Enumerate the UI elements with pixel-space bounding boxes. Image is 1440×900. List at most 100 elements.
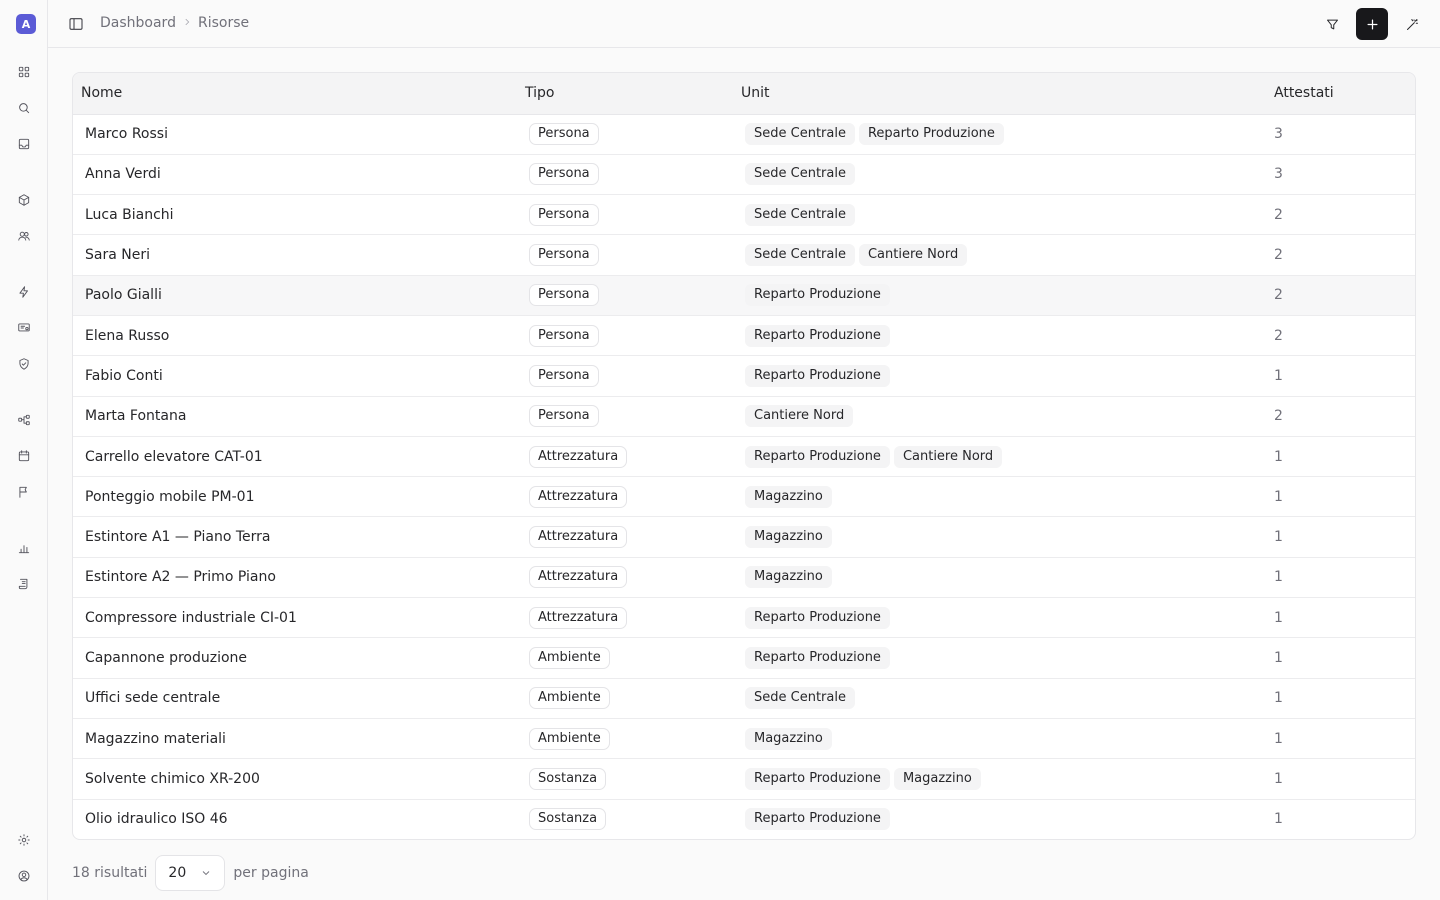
cell-unit: Reparto Produzione xyxy=(733,799,1266,839)
cell-tipo: Persona xyxy=(517,114,733,154)
cell-unit: Magazzino xyxy=(733,477,1266,517)
unit-badge: Reparto Produzione xyxy=(745,364,890,387)
table-row[interactable]: Capannone produzione Ambiente Reparto Prod… xyxy=(73,638,1415,679)
cell-tipo: Sostanza xyxy=(517,759,733,799)
cell-attestati: 3 xyxy=(1274,166,1283,183)
cell-nome: Fabio Conti xyxy=(85,367,163,384)
cell-nome: Paolo Gialli xyxy=(85,287,162,304)
breadcrumb-risorse[interactable]: Risorse xyxy=(198,15,249,31)
table-row[interactable]: Estintore A2 — Primo Piano Attrezzatura Ma… xyxy=(73,557,1415,598)
table-row[interactable]: Marco Rossi Persona Sede Centrale Reparto P… xyxy=(73,114,1415,155)
cell-tipo: Persona xyxy=(517,275,733,315)
per-page-label: per pagina xyxy=(233,865,309,881)
table-row[interactable]: Anna Verdi Persona Sede Centrale 3 xyxy=(73,154,1415,195)
column-header-tipo[interactable]: Tipo xyxy=(517,73,733,115)
cell-attestati: 1 xyxy=(1274,770,1283,787)
column-header-attestati[interactable]: Attestati xyxy=(1266,73,1415,115)
type-badge: Persona xyxy=(529,244,599,267)
table-row[interactable]: Carrello elevatore CAT-01 Attrezzatura Rep… xyxy=(73,436,1415,477)
table-row[interactable]: Luca Bianchi Persona Sede Centrale 2 xyxy=(73,195,1415,235)
chevron-down-icon xyxy=(203,871,210,876)
type-badge: Persona xyxy=(529,405,599,428)
cell-nome: Elena Russo xyxy=(85,327,170,344)
column-header-nome[interactable]: Nome xyxy=(73,73,517,115)
users-icon[interactable] xyxy=(14,226,34,246)
table-row[interactable]: Solvente chimico XR-200 Sostanza Reparto P… xyxy=(73,759,1415,800)
unit-badge: Reparto Produzione xyxy=(745,647,890,669)
calendar-icon[interactable] xyxy=(14,446,34,466)
cell-nome: Ponteggio mobile PM-01 xyxy=(85,488,255,505)
column-header-unit[interactable]: Unit xyxy=(733,73,1266,115)
cell-attestati: 1 xyxy=(1274,569,1283,586)
add-resource-button[interactable] xyxy=(1356,8,1388,40)
box-icon[interactable] xyxy=(14,190,34,210)
type-badge: Persona xyxy=(529,364,599,387)
wand-button[interactable] xyxy=(1396,8,1428,40)
type-badge: Persona xyxy=(529,324,599,347)
grid-icon[interactable] xyxy=(14,62,34,82)
wand-icon xyxy=(1406,18,1418,30)
panel-left-icon[interactable] xyxy=(66,14,86,34)
cell-tipo: Attrezzatura xyxy=(517,477,733,517)
breadcrumb: Dashboard Risorse xyxy=(100,15,249,31)
bar-chart-icon[interactable] xyxy=(14,538,34,558)
table-row[interactable]: Ponteggio mobile PM-01 Attrezzatura Magazz… xyxy=(73,477,1415,517)
scroll-icon[interactable] xyxy=(14,574,34,594)
unit-badge: Sede Centrale xyxy=(745,163,855,186)
shield-check-icon[interactable] xyxy=(14,354,34,374)
table-row[interactable]: Magazzino materiali Ambiente Magazzino 1 xyxy=(73,718,1415,759)
settings-icon[interactable] xyxy=(14,830,34,850)
table-row[interactable]: Elena Russo Persona Reparto Produzione 2 xyxy=(73,315,1415,356)
flag-icon[interactable] xyxy=(14,482,34,502)
certificate-icon[interactable] xyxy=(14,318,34,338)
cell-nome: Solvente chimico XR-200 xyxy=(85,770,260,787)
table-row[interactable]: Uffici sede centrale Ambiente Sede Central… xyxy=(73,678,1415,719)
type-badge: Attrezzatura xyxy=(529,606,628,629)
cell-tipo: Attrezzatura xyxy=(517,517,733,557)
cell-tipo: Attrezzatura xyxy=(517,598,733,638)
cell-nome: Uffici sede centrale xyxy=(85,690,221,707)
unit-badge: Sede Centrale xyxy=(745,123,855,146)
search-icon[interactable] xyxy=(14,98,34,118)
unit-badge: Reparto Produzione xyxy=(745,324,890,347)
cell-tipo: Persona xyxy=(517,315,733,355)
cell-unit: Sede Centrale xyxy=(733,154,1266,194)
breadcrumb-dashboard[interactable]: Dashboard xyxy=(100,15,176,31)
table-row[interactable]: Olio idraulico ISO 46 Sostanza Reparto Pro… xyxy=(73,799,1415,839)
table-header-row: Nome Tipo Unit Attestati xyxy=(73,73,1415,115)
results-count: 18 risultati xyxy=(72,865,148,881)
unit-badge: Reparto Produzione xyxy=(745,808,890,831)
cell-tipo: Persona xyxy=(517,396,733,436)
table-row[interactable]: Estintore A1 — Piano Terra Attrezzatura Ma… xyxy=(73,517,1415,558)
type-badge: Persona xyxy=(529,203,599,226)
page-size-select[interactable]: 20 xyxy=(155,855,226,891)
type-badge: Persona xyxy=(529,163,599,186)
filter-button[interactable] xyxy=(1316,8,1348,40)
app-logo[interactable]: A xyxy=(16,14,36,34)
cell-attestati: 1 xyxy=(1274,529,1283,546)
cell-tipo: Ambiente xyxy=(517,718,733,758)
inbox-icon[interactable] xyxy=(14,134,34,154)
cell-unit: Reparto Produzione xyxy=(733,315,1266,355)
cell-unit: Sede Centrale Reparto Produzione xyxy=(733,114,1266,154)
workflow-icon[interactable] xyxy=(14,410,34,430)
type-badge: Attrezzatura xyxy=(529,566,628,589)
cell-nome: Estintore A2 — Primo Piano xyxy=(85,569,276,586)
cell-attestati: 1 xyxy=(1274,730,1283,747)
user-circle-icon[interactable] xyxy=(14,866,34,886)
table-row[interactable]: Marta Fontana Persona Cantiere Nord 2 xyxy=(73,396,1415,437)
table-row[interactable]: Sara Neri Persona Sede Centrale Cantiere No… xyxy=(73,235,1415,276)
cell-unit: Reparto Produzione Magazzino xyxy=(733,759,1266,799)
table-row[interactable]: Compressore industriale CI-01 Attrezzatur… xyxy=(73,598,1415,638)
cell-attestati: 2 xyxy=(1274,287,1283,304)
cell-unit: Reparto Produzione xyxy=(733,356,1266,396)
cell-unit: Sede Centrale Cantiere Nord xyxy=(733,235,1266,275)
cell-tipo: Persona xyxy=(517,235,733,275)
table-row[interactable]: Fabio Conti Persona Reparto Produzione 1 xyxy=(73,356,1415,397)
table-row[interactable]: Paolo Gialli Persona Reparto Produzione 2 xyxy=(73,275,1415,316)
chevron-right-icon xyxy=(182,15,192,31)
filter-icon xyxy=(1326,19,1338,29)
zap-icon[interactable] xyxy=(14,282,34,302)
cell-attestati: 1 xyxy=(1274,811,1283,828)
cell-tipo: Ambiente xyxy=(517,638,733,678)
